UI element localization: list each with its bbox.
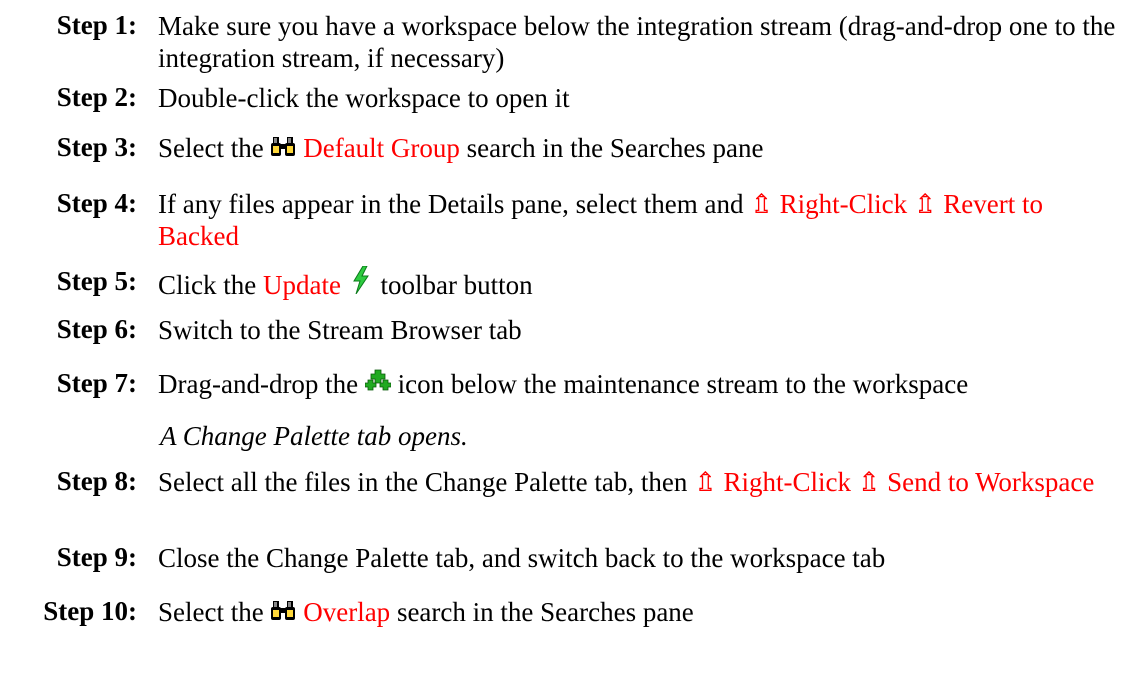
step-text-pre: Select the bbox=[158, 133, 264, 163]
binoculars-icon bbox=[270, 599, 296, 621]
step-text: Make sure you have a workspace below the… bbox=[158, 11, 1116, 73]
step-text: Select all the files in the Change Palet… bbox=[158, 466, 1118, 498]
send-to-workspace-link[interactable]: Send to Workspace bbox=[887, 467, 1094, 497]
lightning-icon bbox=[352, 266, 370, 294]
menu-arrow-icon: ⇬ bbox=[857, 467, 881, 497]
step-text-post: search in the Searches pane bbox=[466, 133, 764, 163]
step-label: Step 3: bbox=[56, 132, 137, 162]
menu-arrow-icon: ⇬ bbox=[750, 189, 773, 219]
step-label: Step 10: bbox=[43, 596, 137, 626]
step-text-pre: Drag-and-drop the bbox=[158, 369, 359, 399]
menu-arrow-icon: ⇬ bbox=[694, 467, 717, 497]
overlap-link[interactable]: Overlap bbox=[303, 597, 390, 627]
step-label: Step 4: bbox=[56, 188, 137, 218]
step-text: Close the Change Palette tab, and switch… bbox=[158, 543, 886, 573]
menu-arrow-icon: ⇬ bbox=[913, 189, 937, 219]
step-text: Select the Default Group search in the S… bbox=[158, 132, 1118, 164]
step-label: Step 6: bbox=[56, 314, 137, 344]
step-label: Step 8: bbox=[56, 466, 137, 496]
change-package-icon bbox=[364, 369, 391, 393]
right-click-link[interactable]: Right-Click bbox=[780, 189, 908, 219]
step-text-pre: Click the bbox=[158, 270, 257, 300]
step-text-pre: Select all the files in the Change Palet… bbox=[158, 467, 688, 497]
step-label: Step 9: bbox=[56, 542, 137, 572]
step-text: Click the Update toolbar button bbox=[158, 266, 1118, 301]
step-text-pre: If any files appear in the Details pane,… bbox=[158, 189, 744, 219]
step-text: Switch to the Stream Browser tab bbox=[158, 315, 522, 345]
step-text-post: search in the Searches pane bbox=[396, 597, 694, 627]
step-label: Step 1: bbox=[56, 10, 137, 40]
default-group-link[interactable]: Default Group bbox=[303, 133, 460, 163]
step-text: If any files appear in the Details pane,… bbox=[158, 188, 1118, 252]
step-text: Drag-and-drop the icon below the mainten… bbox=[158, 368, 1118, 400]
step-label: Step 5: bbox=[56, 266, 137, 296]
binoculars-icon bbox=[270, 135, 296, 157]
note-text: A Change Palette tab opens. bbox=[160, 421, 468, 451]
step-text-pre: Select the bbox=[158, 597, 264, 627]
update-link[interactable]: Update bbox=[263, 270, 341, 300]
step-label: Step 2: bbox=[56, 82, 137, 112]
step-text: Select the Overlap search in the Searche… bbox=[158, 596, 1118, 628]
step-text-post: toolbar button bbox=[380, 270, 533, 300]
right-click-link[interactable]: Right-Click bbox=[723, 467, 851, 497]
step-text-post: icon below the maintenance stream to the… bbox=[397, 369, 969, 399]
step-label: Step 7: bbox=[56, 368, 137, 398]
step-text: Double-click the workspace to open it bbox=[158, 83, 570, 113]
